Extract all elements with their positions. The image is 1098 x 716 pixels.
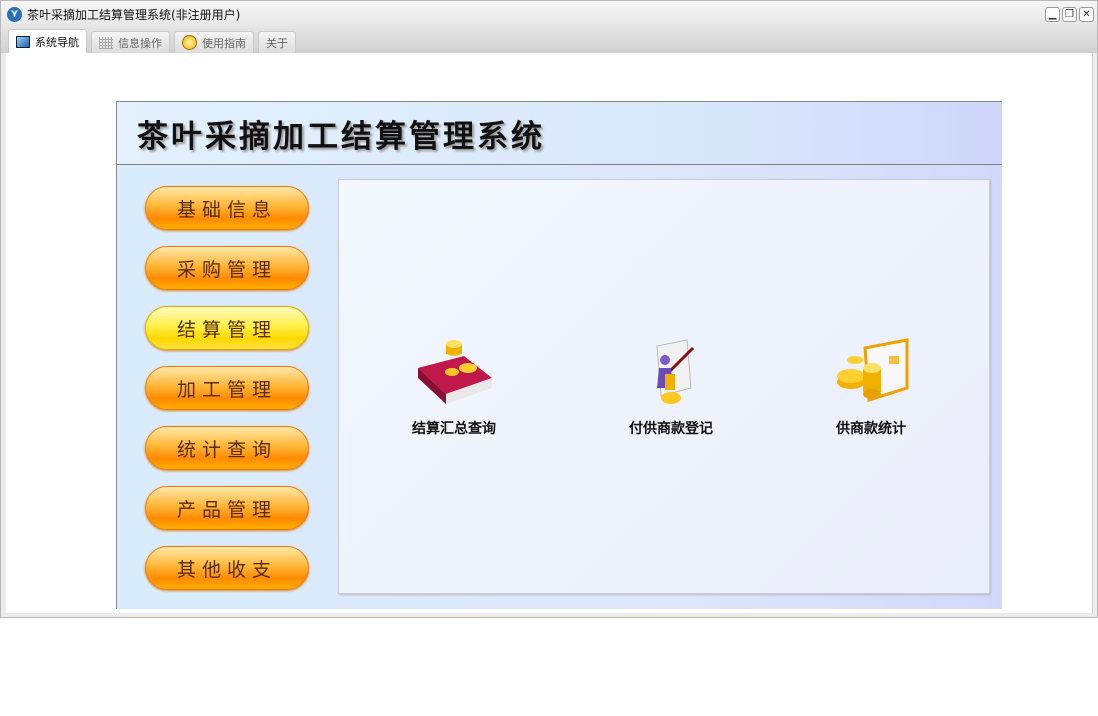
grid-icon — [99, 36, 113, 49]
tab-info-ops[interactable]: 信息操作 — [91, 31, 170, 53]
tab-label: 使用指南 — [202, 36, 246, 50]
restore-button[interactable]: ❐ — [1062, 7, 1077, 22]
supplier-payment-stats[interactable]: 供商款统计 — [806, 338, 936, 438]
nav-settlement[interactable]: 结算管理 — [145, 306, 309, 350]
coins-document-icon — [837, 338, 909, 402]
nav-basic-info[interactable]: 基础信息 — [145, 186, 309, 230]
nav-other-income[interactable]: 其他收支 — [145, 546, 309, 590]
function-area: 结算汇总查询 付供商款登记 供商款统计 — [338, 179, 990, 594]
nav-processing[interactable]: 加工管理 — [145, 366, 309, 410]
app-window: Y 茶叶采摘加工结算管理系统(非注册用户) ▁ ❐ ✕ 系统导航 信息操作 使用… — [0, 0, 1098, 618]
tab-bar: 系统导航 信息操作 使用指南 关于 — [1, 28, 1097, 53]
minimize-button[interactable]: ▁ — [1045, 7, 1060, 22]
settlement-summary-query[interactable]: 结算汇总查询 — [389, 338, 519, 438]
nav-purchase[interactable]: 采购管理 — [145, 246, 309, 290]
tab-user-guide[interactable]: 使用指南 — [174, 31, 254, 53]
nav-products[interactable]: 产品管理 — [145, 486, 309, 530]
help-icon — [182, 35, 197, 50]
monitor-icon — [16, 35, 30, 48]
function-label: 结算汇总查询 — [412, 421, 496, 437]
function-label: 付供商款登记 — [629, 421, 713, 437]
tab-label: 信息操作 — [118, 36, 162, 50]
tab-about[interactable]: 关于 — [258, 31, 296, 53]
page-title: 茶叶采摘加工结算管理系统 — [137, 118, 545, 155]
nav-statistics[interactable]: 统计查询 — [145, 426, 309, 470]
title-bar: Y 茶叶采摘加工结算管理系统(非注册用户) ▁ ❐ ✕ — [1, 1, 1097, 28]
tab-label: 关于 — [266, 36, 288, 50]
header-banner: 茶叶采摘加工结算管理系统 — [117, 102, 1002, 165]
tab-system-nav[interactable]: 系统导航 — [8, 29, 87, 53]
tab-label: 系统导航 — [35, 35, 79, 49]
person-payment-icon — [656, 339, 695, 404]
main-panel: 茶叶采摘加工结算管理系统 基础信息 采购管理 结算管理 加工管理 统计查询 产品… — [116, 101, 1002, 609]
window-title: 茶叶采摘加工结算管理系统(非注册用户) — [27, 8, 241, 22]
ledger-coins-icon — [418, 340, 492, 404]
supplier-payment-register[interactable]: 付供商款登记 — [606, 338, 736, 438]
close-button[interactable]: ✕ — [1079, 7, 1094, 22]
app-logo-icon: Y — [7, 7, 22, 22]
function-label: 供商款统计 — [836, 421, 906, 437]
